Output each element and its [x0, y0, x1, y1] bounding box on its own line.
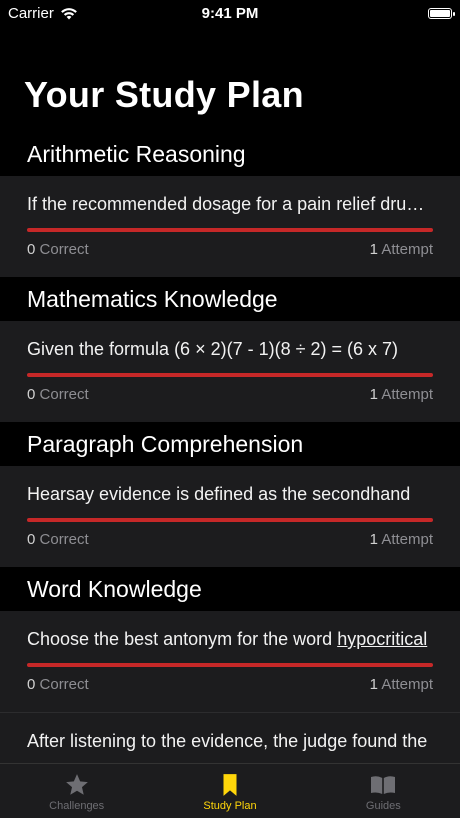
progress-bar [27, 228, 433, 232]
attempt-label: Attempt [381, 676, 433, 693]
section-header-word: Word Knowledge [0, 567, 460, 611]
status-bar: Carrier 9:41 PM [0, 0, 460, 26]
attempt-label: Attempt [381, 531, 433, 548]
question-card[interactable]: Given the formula (6 × 2)(7 - 1)(8 ÷ 2) … [0, 321, 460, 422]
question-text: Choose the best antonym for the word hyp… [27, 629, 433, 650]
question-prefix: Choose the best antonym for the word [27, 629, 338, 649]
question-keyword: hypocritical [337, 629, 428, 649]
correct-label: Correct [39, 386, 89, 403]
question-text: Given the formula (6 × 2)(7 - 1)(8 ÷ 2) … [27, 339, 399, 359]
attempt-count: 1 [369, 241, 378, 258]
attempt-stat: 1 Attempt [370, 241, 433, 258]
tab-label: Guides [365, 800, 401, 812]
correct-label: Correct [39, 531, 89, 548]
correct-count: 0 [27, 386, 36, 403]
progress-bar [27, 518, 433, 522]
attempt-stat: 1 Attempt [370, 531, 433, 548]
attempt-count: 1 [369, 676, 378, 693]
progress-bar [27, 373, 433, 377]
attempt-label: Attempt [381, 386, 433, 403]
correct-count: 0 [27, 531, 36, 548]
tab-bar: Challenges Study Plan Guides [0, 763, 460, 818]
book-icon [371, 776, 396, 794]
correct-stat: 0 Correct [27, 386, 89, 403]
question-card[interactable]: If the recommended dosage for a pain rel… [0, 176, 460, 277]
tab-label: Study Plan [203, 800, 257, 812]
attempt-stat: 1 Attempt [370, 676, 433, 693]
bookmark-icon [223, 774, 237, 796]
correct-stat: 0 Correct [27, 676, 89, 693]
section-header-paragraph: Paragraph Comprehension [0, 422, 460, 466]
section-header-mathematics: Mathematics Knowledge [0, 277, 460, 321]
card-stats: 0 Correct 1 Attempt [27, 676, 433, 693]
correct-label: Correct [39, 676, 89, 693]
tab-label: Challenges [49, 800, 105, 812]
status-left: Carrier [8, 5, 78, 22]
question-text: After listening to the evidence, the jud… [27, 731, 428, 751]
question-card[interactable]: Choose the best antonym for the word hyp… [0, 611, 460, 712]
section-header-arithmetic: Arithmetic Reasoning [0, 132, 460, 176]
question-text: Hearsay evidence is defined as the secon… [27, 484, 411, 504]
progress-bar [27, 663, 433, 667]
star-icon [65, 774, 88, 795]
question-card[interactable]: Hearsay evidence is defined as the secon… [0, 466, 460, 567]
attempt-stat: 1 Attempt [370, 386, 433, 403]
wifi-icon [60, 7, 77, 19]
card-stats: 0 Correct 1 Attempt [27, 386, 433, 403]
correct-stat: 0 Correct [27, 241, 89, 258]
study-plan-list: Arithmetic Reasoning If the recommended … [0, 132, 460, 813]
attempt-label: Attempt [381, 241, 433, 258]
tab-study-plan[interactable]: Study Plan [153, 764, 306, 818]
card-stats: 0 Correct 1 Attempt [27, 241, 433, 258]
correct-count: 0 [27, 676, 36, 693]
carrier-label: Carrier [8, 4, 54, 22]
tab-guides[interactable]: Guides [307, 764, 460, 818]
correct-label: Correct [39, 241, 89, 258]
attempt-count: 1 [369, 386, 378, 403]
card-stats: 0 Correct 1 Attempt [27, 531, 433, 548]
question-text: If the recommended dosage for a pain rel… [27, 194, 433, 214]
correct-count: 0 [27, 241, 36, 258]
correct-stat: 0 Correct [27, 531, 89, 548]
tab-challenges[interactable]: Challenges [0, 764, 153, 818]
attempt-count: 1 [369, 531, 378, 548]
battery-icon [428, 7, 455, 19]
page-title: Your Study Plan [24, 74, 304, 115]
